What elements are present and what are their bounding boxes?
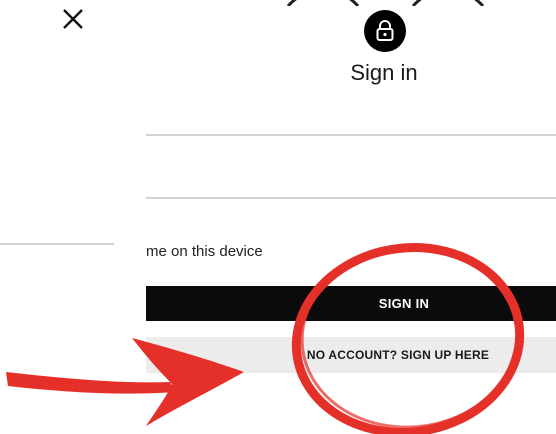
password-field[interactable] <box>146 159 556 199</box>
page-title: Sign in <box>350 60 418 85</box>
sign-up-button[interactable]: NO ACCOUNT? SIGN UP HERE <box>146 337 556 373</box>
circle-annotation <box>291 243 525 434</box>
close-button[interactable] <box>58 4 88 34</box>
close-icon <box>63 9 83 29</box>
sign-in-button[interactable]: SIGN IN <box>146 286 556 321</box>
remember-me-label[interactable]: me on this device <box>146 243 263 260</box>
header-graphic-partial <box>286 0 485 6</box>
username-field[interactable] <box>146 96 556 136</box>
field-underline <box>146 134 556 136</box>
lock-badge <box>364 10 406 52</box>
field-underline <box>146 197 556 199</box>
lock-icon <box>376 20 394 41</box>
divider <box>0 243 114 245</box>
